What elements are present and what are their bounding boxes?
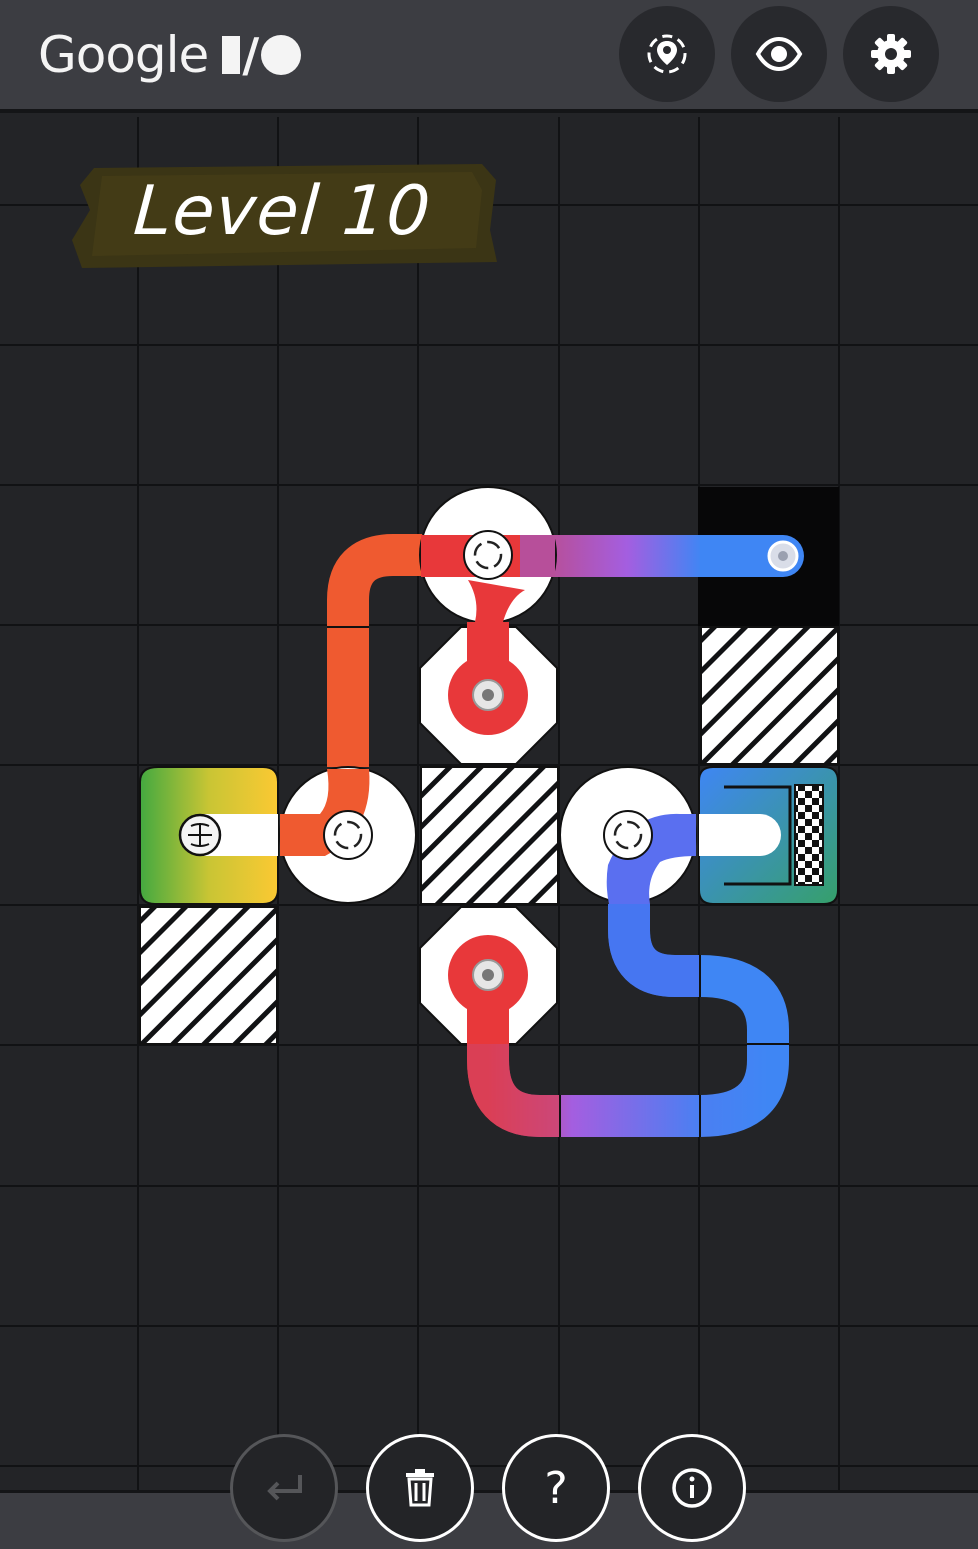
help-button[interactable]: ?	[502, 1434, 610, 1542]
track-pipe-straight[interactable]	[552, 535, 702, 577]
rotator-tile-top[interactable]	[419, 486, 557, 624]
eye-icon	[755, 36, 803, 72]
delete-button[interactable]	[366, 1434, 474, 1542]
google-io-logo: Google /	[38, 22, 302, 88]
blocked-tile	[700, 626, 839, 765]
octagon-anchor-tile[interactable]	[419, 622, 558, 765]
view-button[interactable]	[731, 6, 827, 102]
bottom-bar	[0, 1490, 978, 1549]
logo-text: Google	[38, 26, 209, 84]
rotator-tile-right[interactable]	[559, 766, 697, 904]
start-tile[interactable]	[139, 766, 279, 905]
blocked-tile	[139, 906, 278, 1045]
settings-button[interactable]	[843, 6, 939, 102]
info-icon	[672, 1468, 712, 1508]
top-bar: Google /	[0, 0, 978, 113]
undo-arrow-icon	[267, 1475, 302, 1501]
game-board	[0, 117, 978, 1490]
info-button[interactable]	[638, 1434, 746, 1542]
rotator-tile-left[interactable]	[279, 766, 417, 904]
finish-tile[interactable]	[698, 766, 839, 905]
octagon-anchor-tile[interactable]	[419, 906, 558, 1047]
question-mark-icon: ?	[544, 1462, 568, 1514]
location-pin-icon	[647, 34, 687, 74]
io-mark: /	[222, 28, 302, 82]
location-button[interactable]	[619, 6, 715, 102]
gear-icon	[871, 34, 911, 74]
trash-icon	[406, 1469, 434, 1507]
level-title: Level 10	[131, 172, 434, 251]
blocked-tile	[420, 766, 559, 905]
undo-button[interactable]	[230, 1434, 338, 1542]
